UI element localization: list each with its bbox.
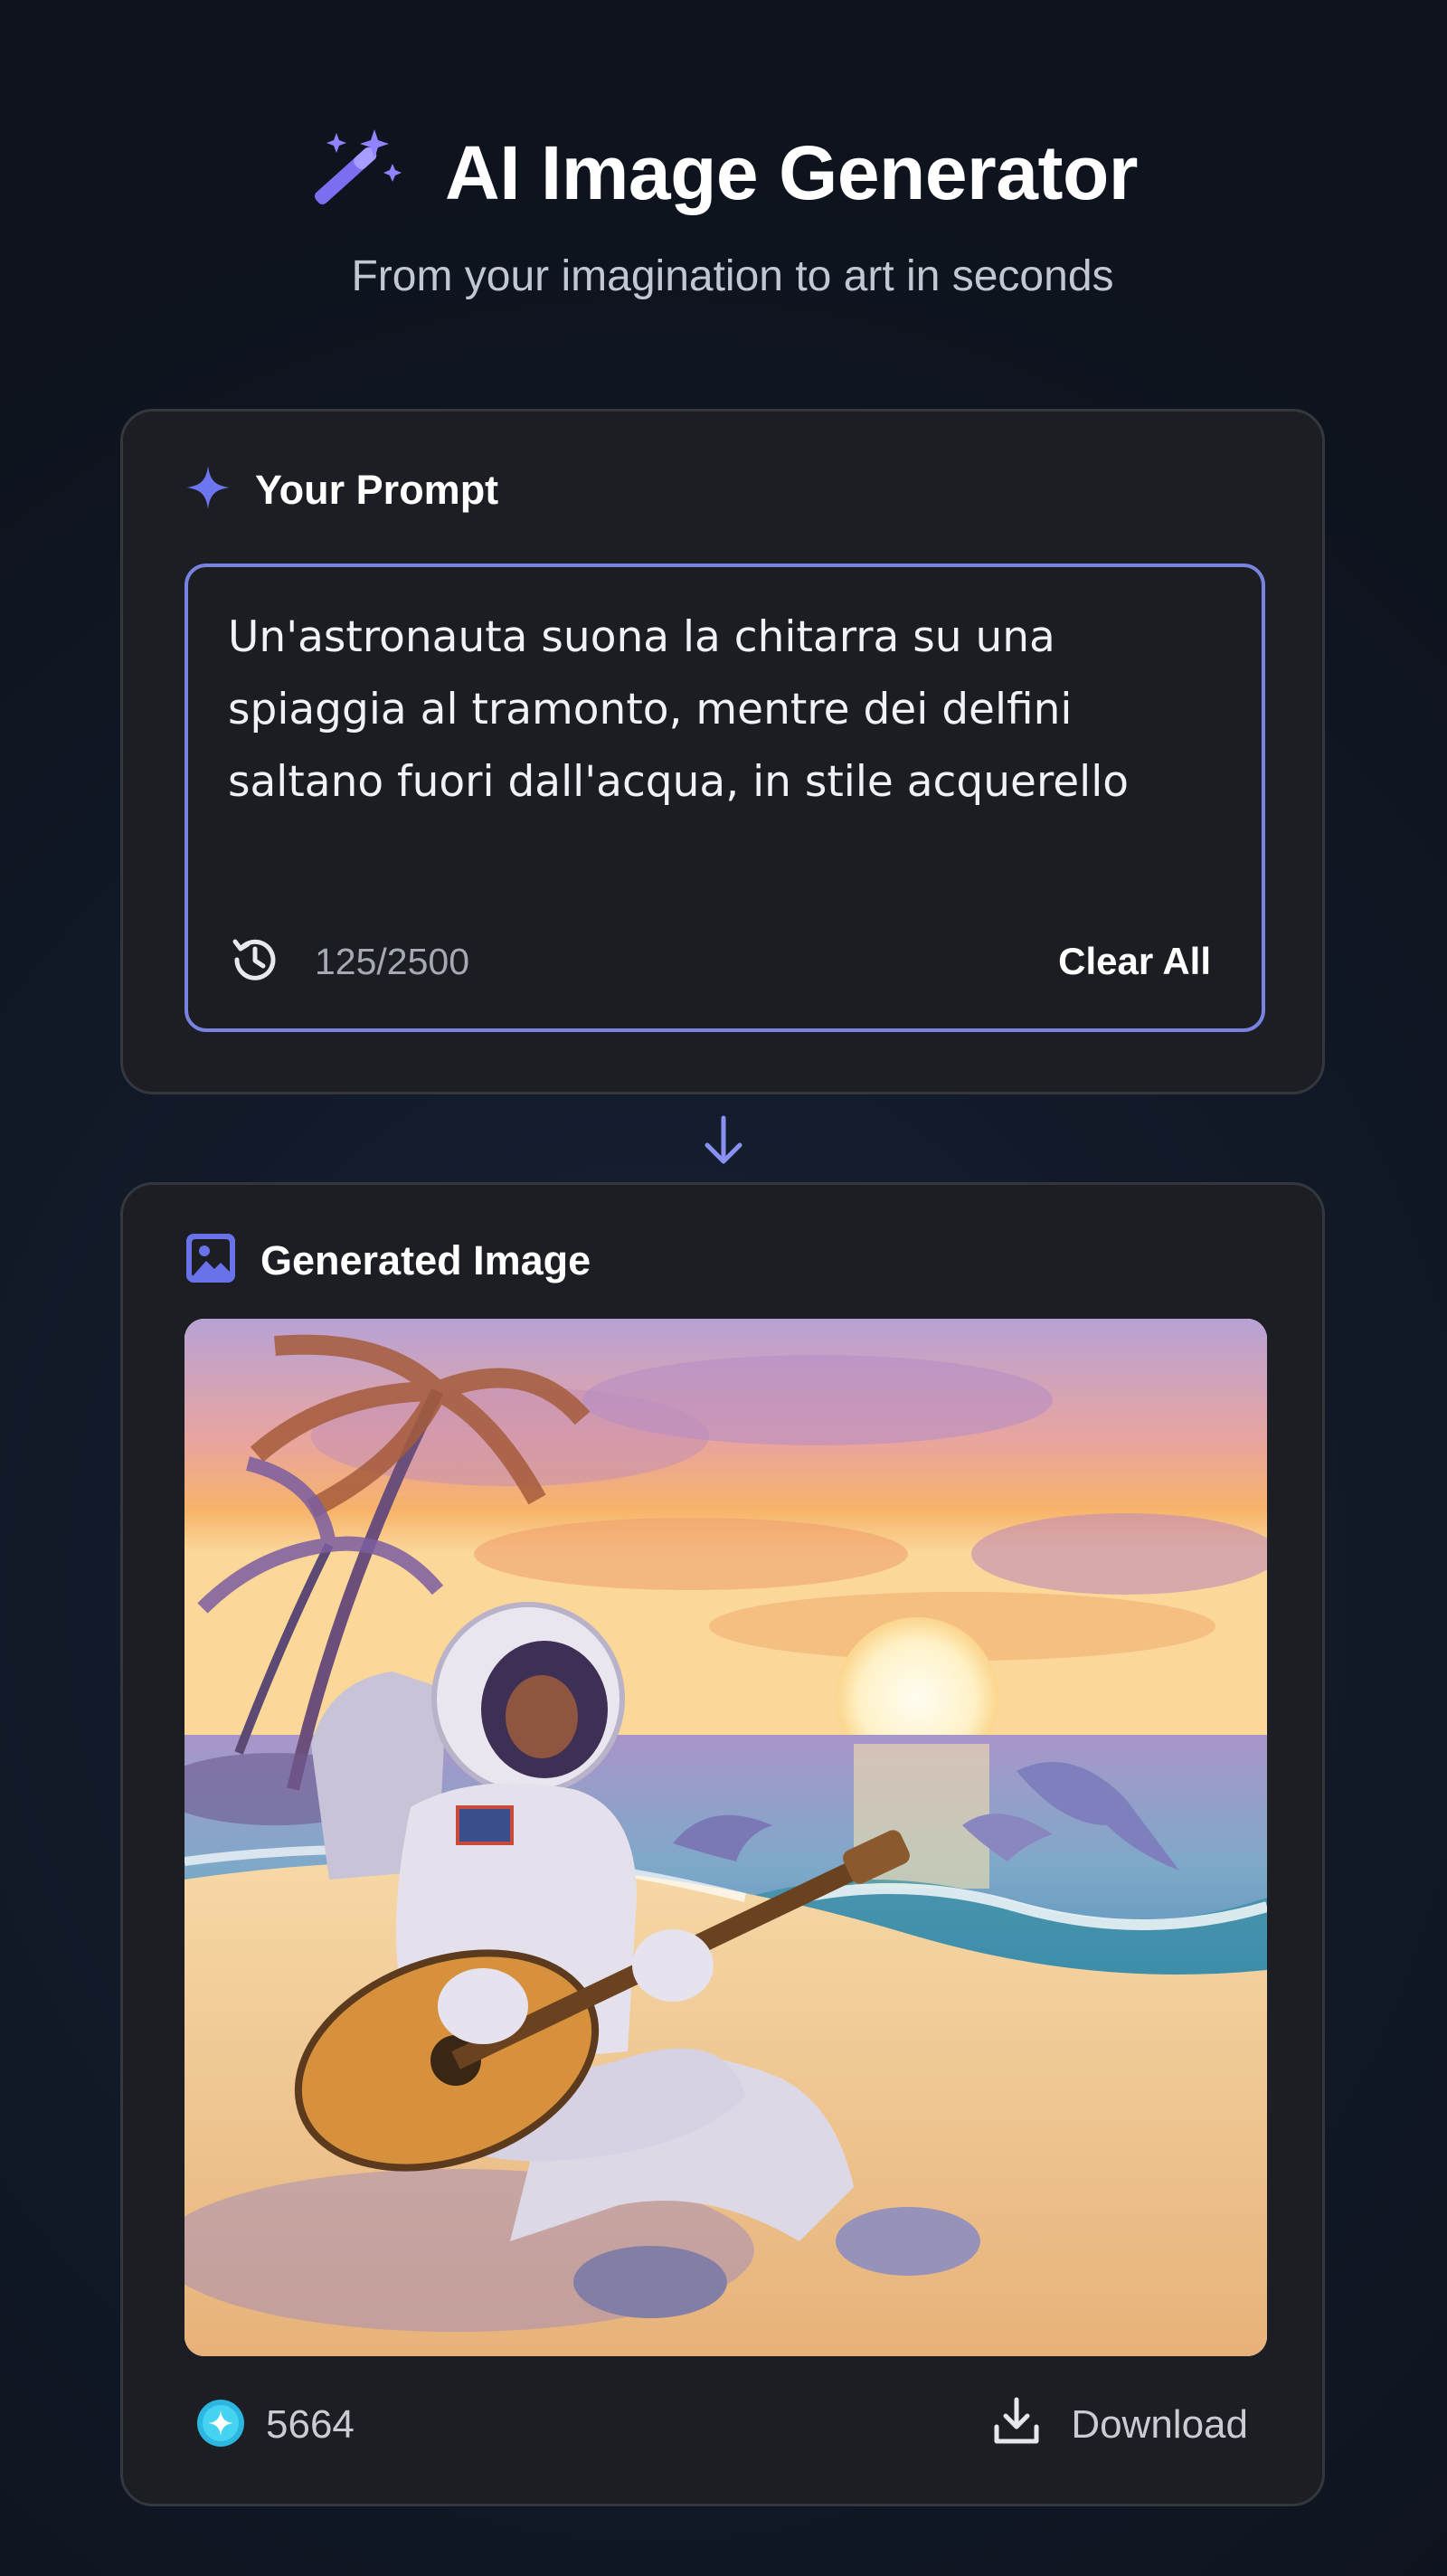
- download-icon: [993, 2396, 1040, 2455]
- magic-wand-icon: [309, 124, 409, 223]
- app-subtitle: From your imagination to art in seconds: [351, 252, 1114, 300]
- arrow-down-icon: [702, 1114, 745, 1171]
- page-header: AI Image Generator From your imagination…: [0, 114, 1447, 301]
- credit-balance: 5664: [266, 2402, 355, 2447]
- app-title: AI Image Generator: [445, 129, 1138, 215]
- prompt-text[interactable]: Un'astronauta suona la chitarra su una s…: [228, 601, 1232, 819]
- prompt-card-header: Your Prompt: [184, 464, 498, 516]
- generated-image[interactable]: [184, 1319, 1267, 2356]
- title-row: AI Image Generator: [0, 114, 1447, 232]
- prompt-card: Your Prompt Un'astronauta suona la chita…: [120, 409, 1325, 1094]
- clear-all-button[interactable]: Clear All: [1058, 940, 1211, 983]
- history-icon[interactable]: [228, 933, 282, 991]
- image-icon: [184, 1232, 237, 1289]
- download-button[interactable]: Download: [993, 2396, 1248, 2455]
- download-label[interactable]: Download: [1071, 2402, 1248, 2448]
- prompt-input-footer: 125/2500 Clear All: [228, 933, 1211, 990]
- sparkle-icon: [184, 464, 232, 516]
- image-card-header: Generated Image: [184, 1232, 591, 1289]
- character-counter: 125/2500: [315, 940, 470, 982]
- prompt-card-label: Your Prompt: [255, 466, 499, 513]
- generated-image-card: Generated Image 5664 Download: [120, 1182, 1325, 2506]
- image-card-label: Generated Image: [260, 1236, 591, 1283]
- prompt-input[interactable]: Un'astronauta suona la chitarra su una s…: [184, 564, 1265, 1032]
- image-card-footer: 5664 Download: [195, 2393, 1248, 2457]
- credit-token-icon: [195, 2398, 246, 2453]
